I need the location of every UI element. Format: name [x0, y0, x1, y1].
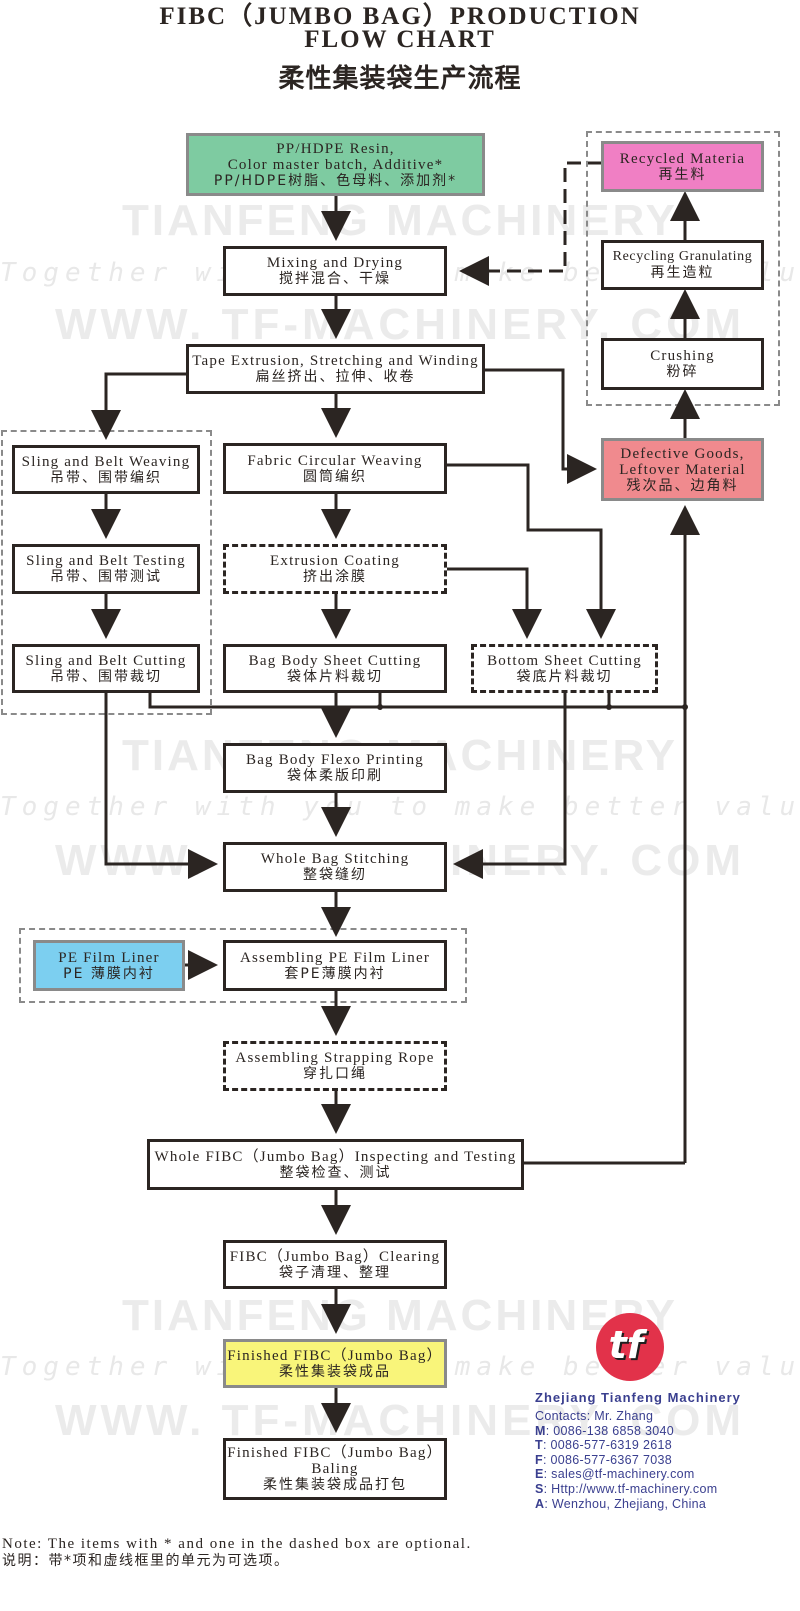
node-extrusion-coating[interactable]: Extrusion Coating 挤出涂膜	[223, 544, 447, 594]
node-fabric-weaving[interactable]: Fabric Circular Weaving 圆筒编织	[223, 443, 447, 494]
arrow-bottom-to-stitching	[453, 693, 567, 879]
junction-dot	[377, 704, 383, 710]
node-resin-en2: Color master batch, Additive*	[227, 156, 444, 173]
node-flexo-en: Bag Body Flexo Printing	[245, 752, 425, 768]
contact-fax: F: 0086-577-6367 7038	[535, 1452, 672, 1467]
waste-bus-line	[148, 693, 685, 709]
node-recycling-granulating[interactable]: Recycling Granulating 再生造粒	[601, 240, 764, 290]
node-body-cutting[interactable]: Bag Body Sheet Cutting 袋体片料裁切	[223, 644, 447, 693]
node-bottom-cutting-en: Bottom Sheet Cutting	[487, 652, 642, 669]
contact-address: A: Wenzhou, Zhejiang, China	[535, 1496, 707, 1511]
contact-telephone: T: 0086-577-6319 2618	[535, 1438, 672, 1453]
node-clearing[interactable]: FIBC（Jumbo Bag）Clearing 袋子清理、整理	[223, 1240, 447, 1289]
node-resin-zh: PP/HDPE树脂、色母料、添加剂*	[213, 172, 458, 189]
node-sling-cutting[interactable]: Sling and Belt Cutting 吊带、围带裁切	[12, 644, 200, 693]
contact-mobile: M: 0086-138 6858 3040	[535, 1423, 675, 1438]
note-zh: 说明：带*项和虚线框里的单元为可选项。	[2, 1553, 290, 1569]
node-tape-zh: 扁丝挤出、拉伸、收卷	[255, 369, 416, 385]
node-stitching-en: Whole Bag Stitching	[260, 851, 410, 867]
node-sling-testing-en: Sling and Belt Testing	[26, 553, 186, 569]
arrow-fabric-to-bottom	[447, 463, 616, 639]
node-inspecting-zh: 整袋检查、测试	[279, 1164, 392, 1181]
node-body-cutting-en: Bag Body Sheet Cutting	[248, 652, 422, 669]
company-name: Zhejiang Tianfeng Machinery	[535, 1390, 741, 1405]
node-mixing-en: Mixing and Drying	[266, 255, 404, 271]
node-inspecting[interactable]: Whole FIBC（Jumbo Bag）Inspecting and Test…	[147, 1139, 524, 1190]
note-en: Note: The items with * and one in the da…	[2, 1536, 472, 1552]
node-stitching-zh: 整袋缝纫	[303, 867, 367, 883]
node-clearing-en: FIBC（Jumbo Bag）Clearing	[229, 1248, 441, 1265]
node-assembling-liner-en: Assembling PE Film Liner	[239, 949, 431, 966]
node-strapping-rope[interactable]: Assembling Strapping Rope 穿扎口绳	[223, 1041, 447, 1091]
node-crushing[interactable]: Crushing 粉碎	[601, 338, 764, 390]
node-defective-zh: 残次品、边角料	[626, 477, 739, 494]
node-granulating-zh: 再生造粒	[650, 265, 715, 281]
node-baling-en1: Finished FIBC（Jumbo Bag）	[227, 1445, 443, 1461]
node-tape-en: Tape Extrusion, Stretching and Winding	[192, 353, 479, 369]
arrow-coating-to-bottom	[447, 567, 542, 639]
node-body-cutting-zh: 袋体片料裁切	[287, 668, 383, 685]
node-fabric-en: Fabric Circular Weaving	[247, 452, 423, 469]
node-baling-zh: 柔性集装袋成品打包	[263, 1477, 407, 1493]
junction-dot	[682, 704, 688, 710]
node-recycled-zh: 再生料	[658, 166, 707, 183]
node-pe-liner[interactable]: PE Film Liner PE 薄膜内衬	[33, 940, 185, 991]
node-tape-extrusion[interactable]: Tape Extrusion, Stretching and Winding 扁…	[186, 344, 485, 394]
node-baling-en2: Baling	[311, 1461, 359, 1477]
node-finished[interactable]: Finished FIBC（Jumbo Bag） 柔性集装袋成品	[223, 1339, 447, 1388]
node-sling-weaving[interactable]: Sling and Belt Weaving 吊带、围带编织	[12, 445, 200, 494]
contact-website: S: Http://www.tf-machinery.com	[535, 1481, 718, 1496]
node-strapping-en: Assembling Strapping Rope	[235, 1050, 435, 1066]
node-pe-liner-zh: PE 薄膜内衬	[63, 965, 155, 982]
tianfeng-logo: tf tf	[596, 1313, 664, 1381]
node-sling-cutting-en: Sling and Belt Cutting	[25, 652, 187, 669]
node-defective-en2: Leftover Material	[619, 461, 746, 478]
node-resin-en1: PP/HDPE Resin,	[276, 140, 395, 157]
node-finished-zh: 柔性集装袋成品	[279, 1363, 391, 1380]
node-pe-liner-en: PE Film Liner	[58, 949, 160, 966]
node-coating-en: Extrusion Coating	[270, 553, 400, 569]
node-assembling-liner[interactable]: Assembling PE Film Liner 套PE薄膜内衬	[223, 940, 447, 991]
node-stitching[interactable]: Whole Bag Stitching 整袋缝纫	[223, 842, 447, 892]
node-sling-cutting-zh: 吊带、围带裁切	[50, 668, 162, 685]
arrow-tape-to-sling-weaving	[91, 372, 188, 440]
node-assembling-liner-zh: 套PE薄膜内衬	[284, 965, 386, 982]
node-defective-goods[interactable]: Defective Goods, Leftover Material 残次品、边…	[601, 438, 764, 501]
node-recycled-material[interactable]: Recycled Materia 再生料	[601, 141, 764, 192]
node-mixing[interactable]: Mixing and Drying 搅拌混合、干燥	[223, 246, 447, 296]
node-finished-en: Finished FIBC（Jumbo Bag）	[227, 1347, 443, 1364]
node-mixing-zh: 搅拌混合、干燥	[279, 271, 391, 287]
node-sling-weaving-zh: 吊带、围带编织	[50, 469, 162, 486]
node-coating-zh: 挤出涂膜	[303, 569, 367, 585]
arrow-sling-to-stitching	[104, 693, 218, 879]
node-crushing-en: Crushing	[650, 348, 715, 364]
node-granulating-en: Recycling Granulating	[612, 249, 753, 264]
node-flexo-zh: 袋体柔版印刷	[287, 768, 383, 784]
node-sling-testing-zh: 吊带、围带测试	[50, 569, 162, 585]
node-inspecting-en: Whole FIBC（Jumbo Bag）Inspecting and Test…	[154, 1148, 517, 1165]
node-bottom-cutting-zh: 袋底片料裁切	[516, 668, 613, 685]
node-fabric-zh: 圆筒编织	[303, 468, 367, 485]
node-resin[interactable]: PP/HDPE Resin, Color master batch, Addit…	[186, 133, 485, 196]
arrow-tape-to-defective	[484, 368, 597, 484]
node-crushing-zh: 粉碎	[666, 364, 699, 380]
node-recycled-en: Recycled Materia	[619, 150, 746, 167]
logo-text: tf	[609, 1323, 648, 1367]
contact-email: E: sales@tf-machinery.com	[535, 1467, 695, 1482]
node-strapping-zh: 穿扎口绳	[303, 1066, 367, 1082]
node-sling-testing[interactable]: Sling and Belt Testing 吊带、围带测试	[12, 544, 200, 594]
junction-dot	[606, 704, 612, 710]
node-defective-en1: Defective Goods,	[620, 445, 745, 462]
node-baling[interactable]: Finished FIBC（Jumbo Bag） Baling 柔性集装袋成品打…	[223, 1438, 447, 1500]
contact-block: Zhejiang Tianfeng Machinery Contacts: Mr…	[535, 1390, 741, 1511]
node-sling-weaving-en: Sling and Belt Weaving	[21, 453, 191, 470]
node-flexo-printing[interactable]: Bag Body Flexo Printing 袋体柔版印刷	[223, 743, 447, 793]
node-clearing-zh: 袋子清理、整理	[279, 1264, 391, 1281]
node-bottom-cutting[interactable]: Bottom Sheet Cutting 袋底片料裁切	[471, 644, 658, 693]
contact-person: Contacts: Mr. Zhang	[535, 1409, 654, 1423]
